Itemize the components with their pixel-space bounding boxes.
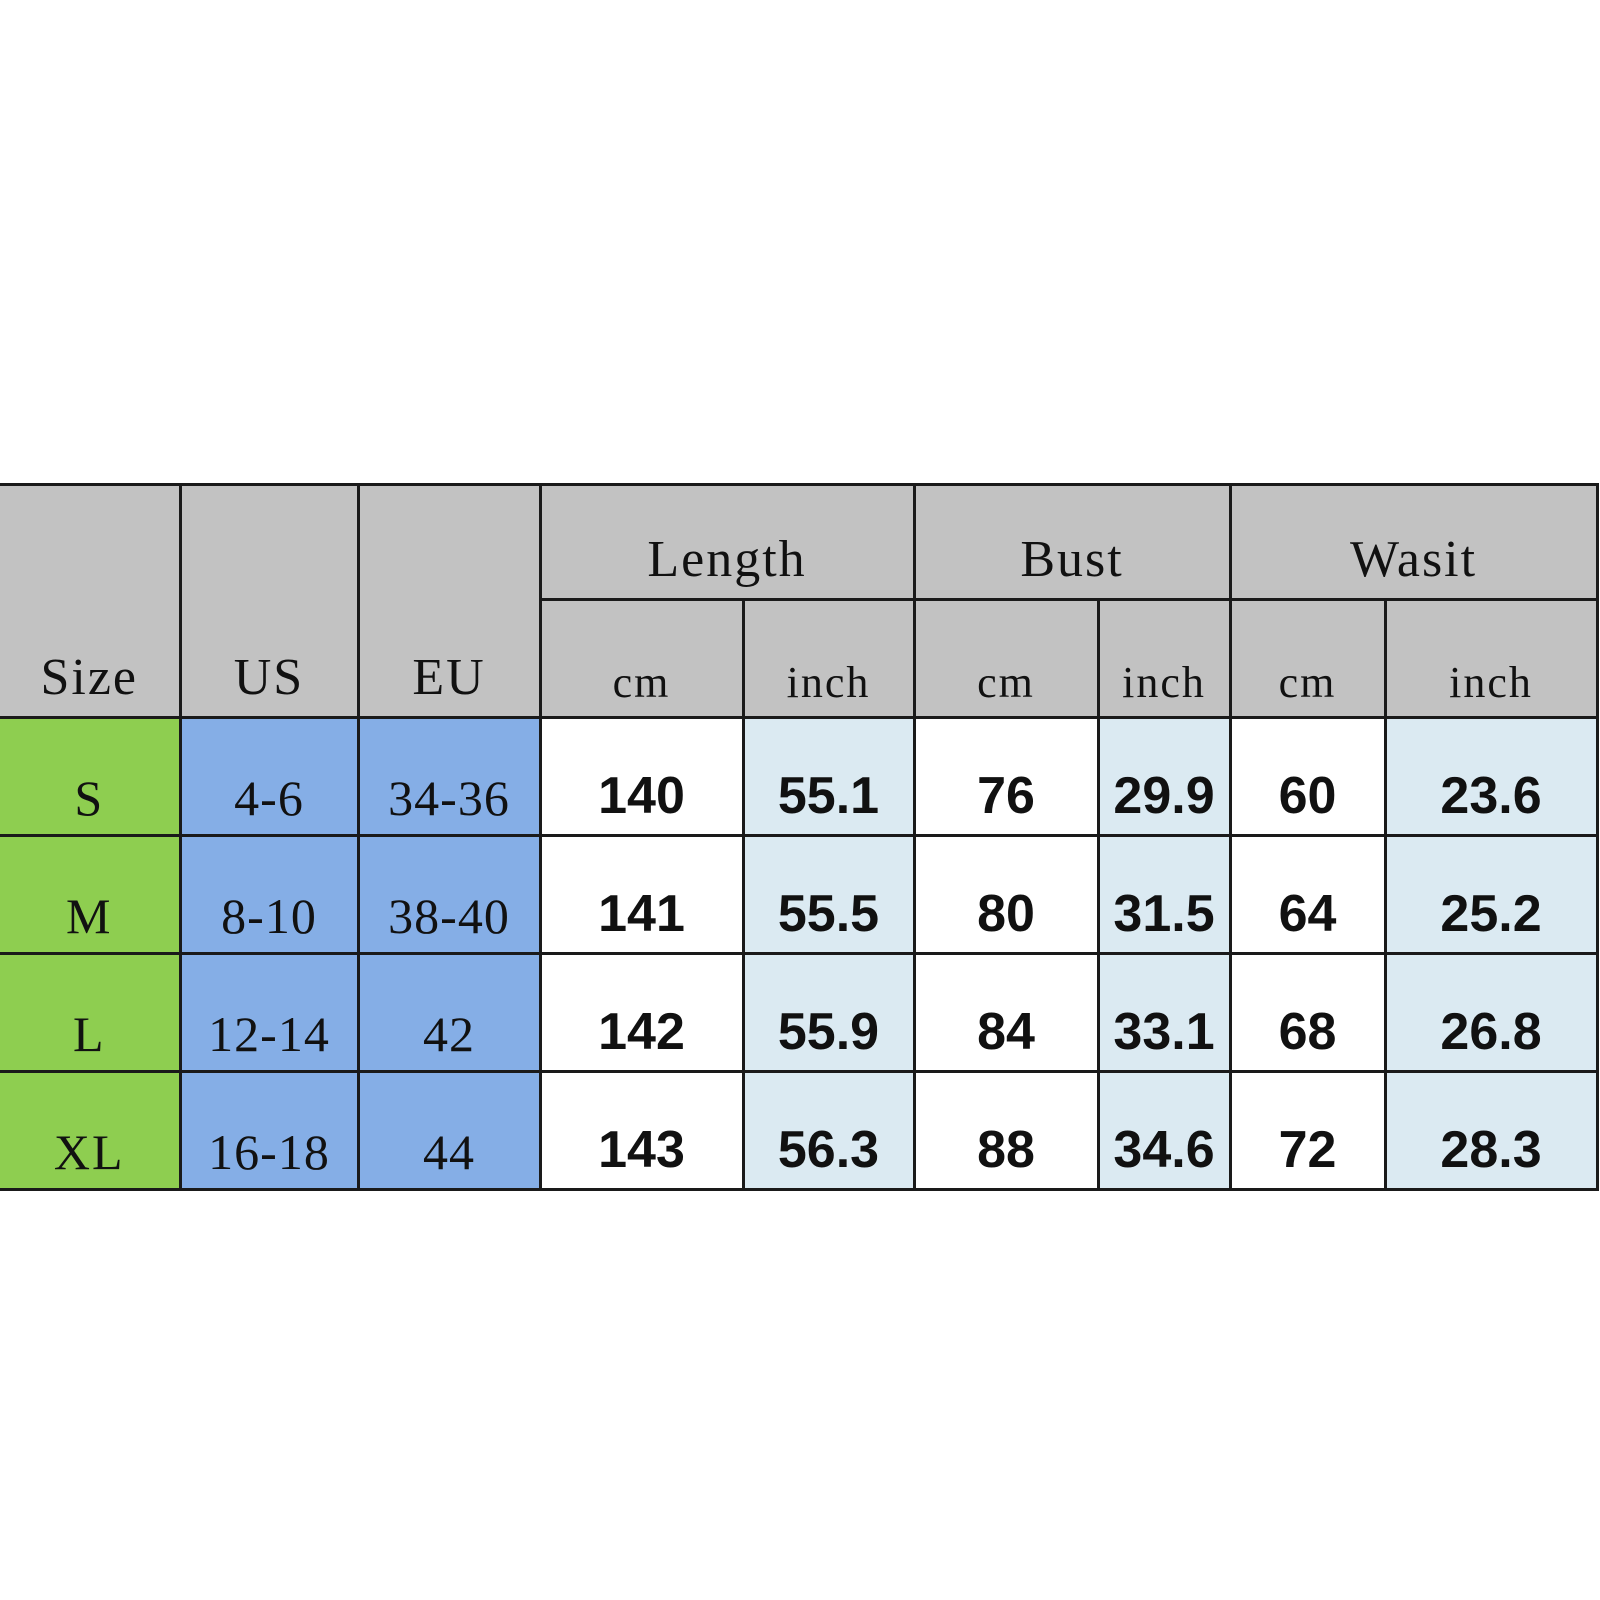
cell-us: 12-14 bbox=[178, 952, 360, 1073]
cell-bust-inch: 33.1 bbox=[1096, 952, 1232, 1073]
cell-bust-cm: 76 bbox=[912, 716, 1100, 837]
cell-bust-inch: 34.6 bbox=[1096, 1070, 1232, 1191]
table-row: XL 16-18 44 143 56.3 88 34.6 72 28.3 bbox=[0, 1070, 1599, 1191]
cell-us: 4-6 bbox=[178, 716, 360, 837]
header-bust-inch: inch bbox=[1096, 598, 1232, 719]
cell-size: S bbox=[0, 716, 182, 837]
header-group-bust: Bust bbox=[912, 483, 1232, 601]
header-size: Size bbox=[0, 483, 182, 719]
cell-size: M bbox=[0, 834, 182, 955]
header-waist-inch: inch bbox=[1383, 598, 1599, 719]
cell-length-cm: 143 bbox=[538, 1070, 745, 1191]
cell-eu: 44 bbox=[356, 1070, 542, 1191]
header-eu: EU bbox=[356, 483, 542, 719]
cell-us: 16-18 bbox=[178, 1070, 360, 1191]
header-group-row: Size US EU Length Bust Wasit bbox=[0, 483, 1599, 719]
cell-eu: 38-40 bbox=[356, 834, 542, 955]
cell-waist-inch: 26.8 bbox=[1383, 952, 1599, 1073]
cell-waist-cm: 60 bbox=[1228, 716, 1387, 837]
cell-waist-inch: 23.6 bbox=[1383, 716, 1599, 837]
cell-waist-inch: 28.3 bbox=[1383, 1070, 1599, 1191]
cell-length-inch: 55.9 bbox=[741, 952, 916, 1073]
cell-length-inch: 55.1 bbox=[741, 716, 916, 837]
cell-waist-cm: 72 bbox=[1228, 1070, 1387, 1191]
cell-waist-cm: 68 bbox=[1228, 952, 1387, 1073]
cell-size: L bbox=[0, 952, 182, 1073]
cell-us: 8-10 bbox=[178, 834, 360, 955]
cell-eu: 34-36 bbox=[356, 716, 542, 837]
cell-bust-inch: 29.9 bbox=[1096, 716, 1232, 837]
size-chart-container: Size US EU Length Bust Wasit cm inch cm … bbox=[0, 483, 1599, 1191]
cell-length-cm: 141 bbox=[538, 834, 745, 955]
table-row: S 4-6 34-36 140 55.1 76 29.9 60 23.6 bbox=[0, 716, 1599, 837]
header-group-length: Length bbox=[538, 483, 916, 601]
cell-size: XL bbox=[0, 1070, 182, 1191]
cell-bust-cm: 84 bbox=[912, 952, 1100, 1073]
header-length-inch: inch bbox=[741, 598, 916, 719]
header-us: US bbox=[178, 483, 360, 719]
cell-length-cm: 142 bbox=[538, 952, 745, 1073]
cell-length-cm: 140 bbox=[538, 716, 745, 837]
cell-length-inch: 55.5 bbox=[741, 834, 916, 955]
table-row: L 12-14 42 142 55.9 84 33.1 68 26.8 bbox=[0, 952, 1599, 1073]
header-waist-cm: cm bbox=[1228, 598, 1387, 719]
cell-length-inch: 56.3 bbox=[741, 1070, 916, 1191]
table-row: M 8-10 38-40 141 55.5 80 31.5 64 25.2 bbox=[0, 834, 1599, 955]
cell-bust-inch: 31.5 bbox=[1096, 834, 1232, 955]
cell-waist-inch: 25.2 bbox=[1383, 834, 1599, 955]
header-group-waist: Wasit bbox=[1228, 483, 1599, 601]
cell-bust-cm: 80 bbox=[912, 834, 1100, 955]
page-root: Size US EU Length Bust Wasit cm inch cm … bbox=[0, 0, 1600, 1600]
size-chart-table: Size US EU Length Bust Wasit cm inch cm … bbox=[0, 483, 1599, 1191]
cell-waist-cm: 64 bbox=[1228, 834, 1387, 955]
cell-eu: 42 bbox=[356, 952, 542, 1073]
header-bust-cm: cm bbox=[912, 598, 1100, 719]
header-length-cm: cm bbox=[540, 598, 745, 719]
cell-bust-cm: 88 bbox=[912, 1070, 1100, 1191]
